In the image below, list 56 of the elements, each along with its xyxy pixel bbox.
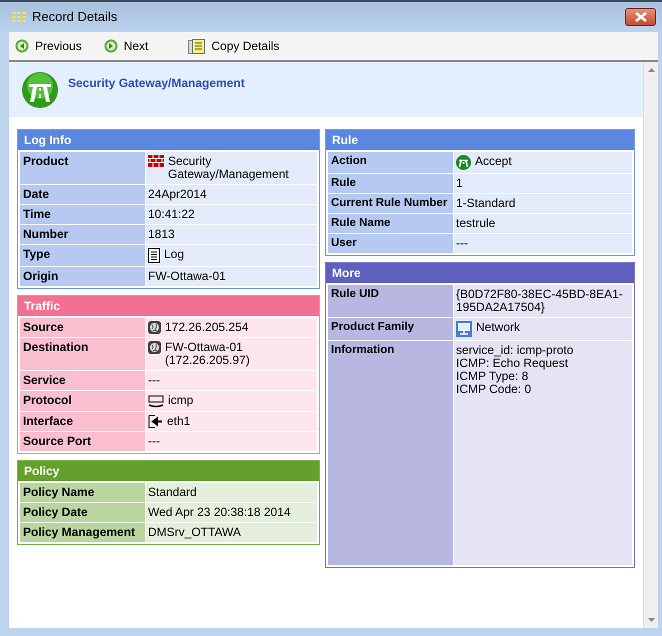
- field-label: Policy Date: [20, 503, 145, 522]
- field-label: Product Family: [328, 318, 453, 340]
- field-label: User: [328, 234, 453, 253]
- field-value: ---: [148, 435, 160, 448]
- field-label: Policy Name: [20, 483, 145, 502]
- field-value: ---: [148, 374, 160, 387]
- field-label: Information: [328, 341, 453, 565]
- section-header: More: [326, 263, 634, 283]
- field-value: {B0D72F80-38EC-45BD-8EA1- 195DA2A17504}: [456, 288, 623, 314]
- toolbar-button[interactable]: Previous: [15, 37, 82, 55]
- field-value: 1: [456, 177, 463, 190]
- field-value: Log: [164, 248, 184, 261]
- window-title: Record Details: [32, 8, 118, 26]
- field-value: testrule: [456, 217, 496, 230]
- field-value: Accept: [475, 155, 512, 168]
- field-label: Destination: [20, 338, 145, 370]
- section-header: Rule: [326, 130, 634, 150]
- section-header: Log Info: [18, 130, 319, 150]
- field-label: Time: [20, 205, 145, 224]
- field-value: DMSrv_OTTAWA: [148, 526, 241, 539]
- field-value: FW-Ottawa-01 (172.26.205.97): [165, 341, 250, 367]
- field-label: Policy Management: [20, 523, 145, 542]
- field-label: Origin: [20, 267, 145, 286]
- field-value: icmp: [168, 394, 194, 407]
- field-value: eth1: [167, 415, 190, 428]
- field-value: Standard: [148, 486, 197, 499]
- field-label: Type: [20, 245, 145, 266]
- field-value: ---: [456, 237, 468, 250]
- header-title: Security Gateway/Management: [68, 75, 245, 92]
- field-label: Service: [20, 371, 145, 390]
- field-label: Rule UID: [328, 285, 453, 317]
- toolbar-button[interactable]: Next: [104, 37, 148, 55]
- field-value: 1813: [148, 228, 175, 241]
- field-label: Number: [20, 225, 145, 244]
- field-value: 1-Standard: [456, 197, 516, 210]
- field-value: FW-Ottawa-01: [148, 270, 226, 283]
- field-value: 24Apr2014: [148, 188, 207, 201]
- field-value: Network: [476, 321, 520, 334]
- field-value: 172.26.205.254: [165, 321, 248, 334]
- field-label: Source Port: [20, 432, 145, 451]
- field-value: service_id: icmp-proto ICMP: Echo Request ICMP Type: 8 ICMP Code: 0: [456, 344, 574, 396]
- section-header: Traffic: [18, 296, 319, 316]
- field-label: Interface: [20, 412, 145, 431]
- field-label: Current Rule Number: [328, 194, 453, 213]
- field-label: Product: [20, 152, 145, 184]
- field-value: 10:41:22: [148, 208, 195, 221]
- field-value: Security Gateway/Management: [168, 155, 289, 181]
- field-label: Date: [20, 185, 145, 204]
- toolbar-button[interactable]: Copy Details: [188, 37, 280, 55]
- field-label: Source: [20, 318, 145, 337]
- field-label: Rule: [328, 174, 453, 193]
- section-header: Policy: [18, 461, 319, 481]
- field-label: Action: [328, 152, 453, 173]
- field-label: Protocol: [20, 391, 145, 411]
- field-value: Wed Apr 23 20:38:18 2014: [148, 506, 291, 519]
- field-label: Rule Name: [328, 214, 453, 233]
